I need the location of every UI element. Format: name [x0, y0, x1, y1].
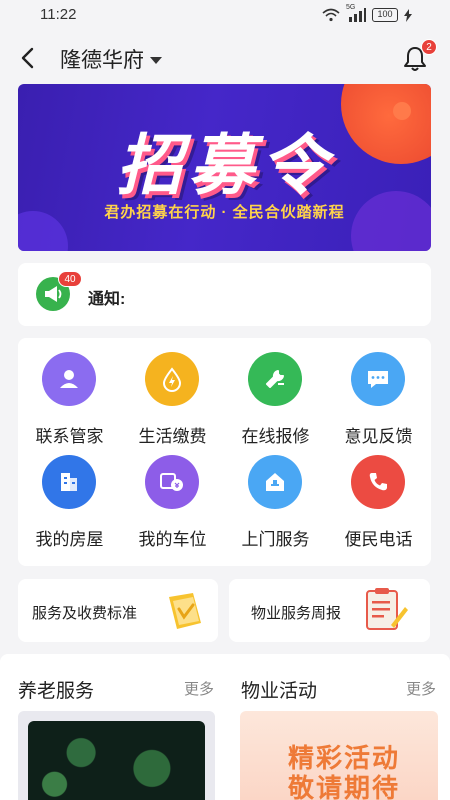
activity-thumb-text: 精彩活动 敬请期待: [288, 743, 400, 800]
status-bar: 11:22 5G 100: [0, 0, 450, 32]
status-time: 11:22: [40, 6, 77, 23]
service-door-to-door[interactable]: 上门服务: [224, 441, 327, 551]
property-activity-title: 物业活动: [241, 681, 318, 702]
house-service-icon: [248, 455, 302, 509]
recruitment-banner[interactable]: 招募令 君办招募在行动 · 全民合伙踏新程: [18, 84, 431, 251]
chat-bubble-icon: [351, 352, 405, 406]
service-my-parking[interactable]: 我的车位: [121, 441, 224, 551]
service-label: 我的车位: [138, 530, 207, 549]
weekly-report-card[interactable]: 物业服务周报: [229, 579, 430, 642]
weekly-report-label: 物业服务周报: [251, 605, 342, 622]
service-online-repair[interactable]: 在线报修: [224, 338, 327, 448]
wrench-icon: [248, 352, 302, 406]
elderly-more-link[interactable]: 更多: [184, 678, 214, 699]
notice-bar[interactable]: 40 通知:: [18, 263, 431, 326]
folder-icon: [169, 593, 201, 629]
lotus-pond-image: [28, 721, 205, 800]
community-selector[interactable]: 隆德华府: [60, 44, 162, 74]
activity-more-link[interactable]: 更多: [406, 678, 436, 699]
header: 隆德华府: [0, 32, 450, 84]
notification-badge: 2: [421, 39, 437, 55]
activity-thumb-line1: 精彩活动: [288, 743, 401, 773]
parking-icon: [145, 455, 199, 509]
network-label: 5G: [346, 4, 356, 11]
activity-thumb-line2: 敬请期待: [288, 773, 401, 800]
elderly-service-title: 养老服务: [18, 681, 95, 702]
service-label: 上门服务: [241, 530, 310, 549]
service-hotline[interactable]: 便民电话: [327, 441, 430, 551]
back-arrow-icon[interactable]: [14, 44, 42, 72]
signal-icon: 5G: [346, 4, 366, 22]
phone-icon: [351, 455, 405, 509]
service-label: 便民电话: [344, 530, 413, 549]
banner-subtitle: 君办招募在行动 · 全民合伙踏新程: [104, 204, 345, 221]
building-icon: [42, 455, 96, 509]
user-icon: [42, 352, 96, 406]
notice-label: 通知:: [88, 291, 126, 308]
clipboard-icon: [366, 588, 408, 630]
elderly-service-thumbnail[interactable]: [18, 711, 215, 800]
service-feedback[interactable]: 意见反馈: [327, 338, 430, 448]
water-drop-icon: [145, 352, 199, 406]
banner-title: 招募令: [116, 128, 333, 202]
service-bill-payment[interactable]: 生活缴费: [121, 338, 224, 448]
status-icons: 5G 100: [322, 4, 412, 22]
battery-icon: 100: [372, 8, 398, 22]
community-name: 隆德华府: [60, 49, 144, 72]
activity-thumbnail[interactable]: 精彩活动 敬请期待: [240, 711, 438, 800]
notice-badge: 40: [58, 271, 82, 287]
service-contact-manager[interactable]: 联系管家: [18, 338, 121, 448]
wifi-icon: [322, 8, 340, 22]
fee-standard-card[interactable]: 服务及收费标准: [18, 579, 218, 642]
caret-down-icon: [150, 56, 162, 64]
service-my-house[interactable]: 我的房屋: [18, 441, 121, 551]
charging-icon: [404, 8, 412, 22]
fee-standard-label: 服务及收费标准: [32, 605, 138, 622]
service-grid: 联系管家 生活缴费 在线报修 意见反馈 我的房屋 我的车位 上门服务 便民电话: [18, 338, 431, 566]
service-label: 我的房屋: [35, 530, 104, 549]
